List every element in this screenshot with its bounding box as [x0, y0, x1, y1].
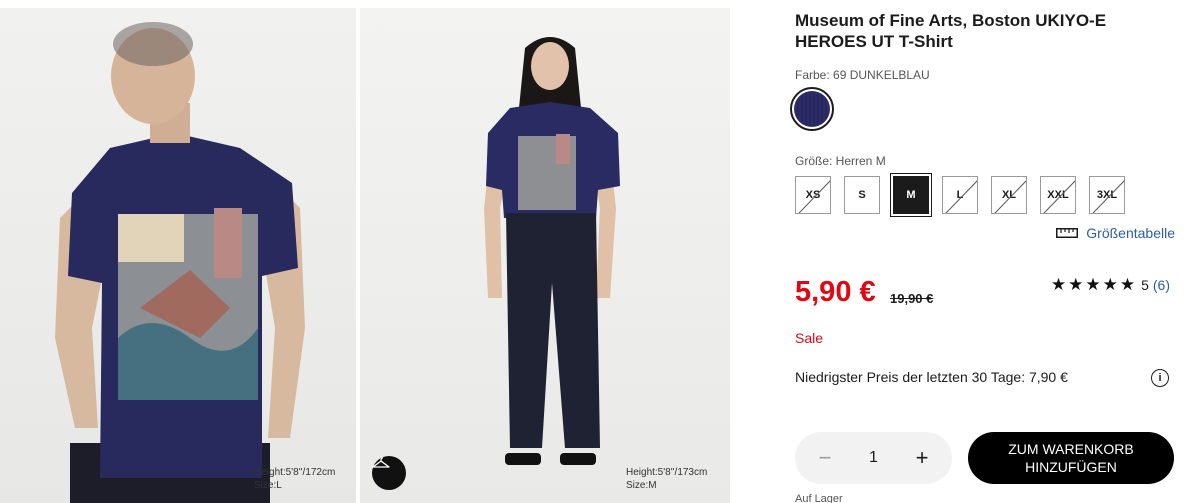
- quantity-decrease-button[interactable]: −: [813, 445, 837, 471]
- original-price: 19,90 €: [890, 291, 934, 306]
- quantity-value[interactable]: 1: [869, 449, 878, 467]
- ruler-icon: [1056, 228, 1079, 238]
- info-icon[interactable]: i: [1151, 369, 1169, 387]
- size-option-l[interactable]: L: [942, 176, 978, 214]
- model-size: Size:M: [626, 480, 657, 491]
- current-price: 5,90 €: [795, 276, 876, 308]
- sale-label: Sale: [795, 330, 824, 346]
- quantity-stepper: − 1 +: [795, 432, 952, 484]
- size-label: Größe: Herren M: [795, 154, 886, 168]
- color-swatch-fill: [794, 91, 830, 127]
- product-image-1[interactable]: Height:5'8''/172cm Size:L: [0, 8, 356, 503]
- star-rating-icons: ★★★★★: [1050, 275, 1138, 294]
- quantity-increase-button[interactable]: +: [910, 445, 934, 471]
- model-height: Height:5'8''/172cm: [254, 467, 336, 478]
- model-info: Height:5'8''/173cm Size:M: [626, 466, 707, 492]
- size-option-m[interactable]: M: [890, 173, 932, 217]
- rating-value: 5: [1141, 277, 1149, 293]
- stock-status: Auf Lager: [795, 493, 843, 503]
- product-title: Museum of Fine Arts, Boston UKIYO-E HERO…: [795, 11, 1107, 51]
- color-label: Farbe: 69 DUNKELBLAU: [795, 68, 930, 82]
- hanger-button[interactable]: [372, 456, 406, 490]
- lowest-price-info: Niedrigster Preis der letzten 30 Tage: 7…: [795, 369, 1068, 385]
- add-to-cart-button[interactable]: ZUM WARENKORB HINZUFÜGEN: [968, 432, 1174, 484]
- size-option-xs[interactable]: XS: [795, 176, 831, 214]
- product-image-2[interactable]: Height:5'8''/173cm Size:M: [360, 8, 730, 503]
- size-option-xxl[interactable]: XXL: [1040, 176, 1076, 214]
- model-height: Height:5'8''/173cm: [626, 467, 708, 478]
- review-count-link[interactable]: (6): [1153, 277, 1170, 293]
- size-option-s[interactable]: S: [844, 176, 880, 214]
- size-option-xl[interactable]: XL: [991, 176, 1027, 214]
- rating: ★★★★★ 5 (6): [1051, 275, 1170, 295]
- hanger-icon: [372, 457, 390, 468]
- size-guide-link[interactable]: Größentabelle: [1056, 225, 1175, 241]
- model-photo-man: [55, 22, 305, 503]
- model-size: Size:L: [254, 480, 282, 491]
- model-info: Height:5'8''/172cm Size:L: [254, 466, 335, 492]
- size-option-3xl[interactable]: 3XL: [1089, 176, 1125, 214]
- color-swatch-dunkelblau[interactable]: [790, 87, 834, 131]
- model-photo-woman: [484, 37, 620, 465]
- product-panel: Museum of Fine Arts, Boston UKIYO-E HERO…: [790, 0, 1175, 503]
- size-guide-label: Größentabelle: [1086, 225, 1175, 241]
- size-selector: XS S M L XL XXL 3XL: [795, 173, 1125, 217]
